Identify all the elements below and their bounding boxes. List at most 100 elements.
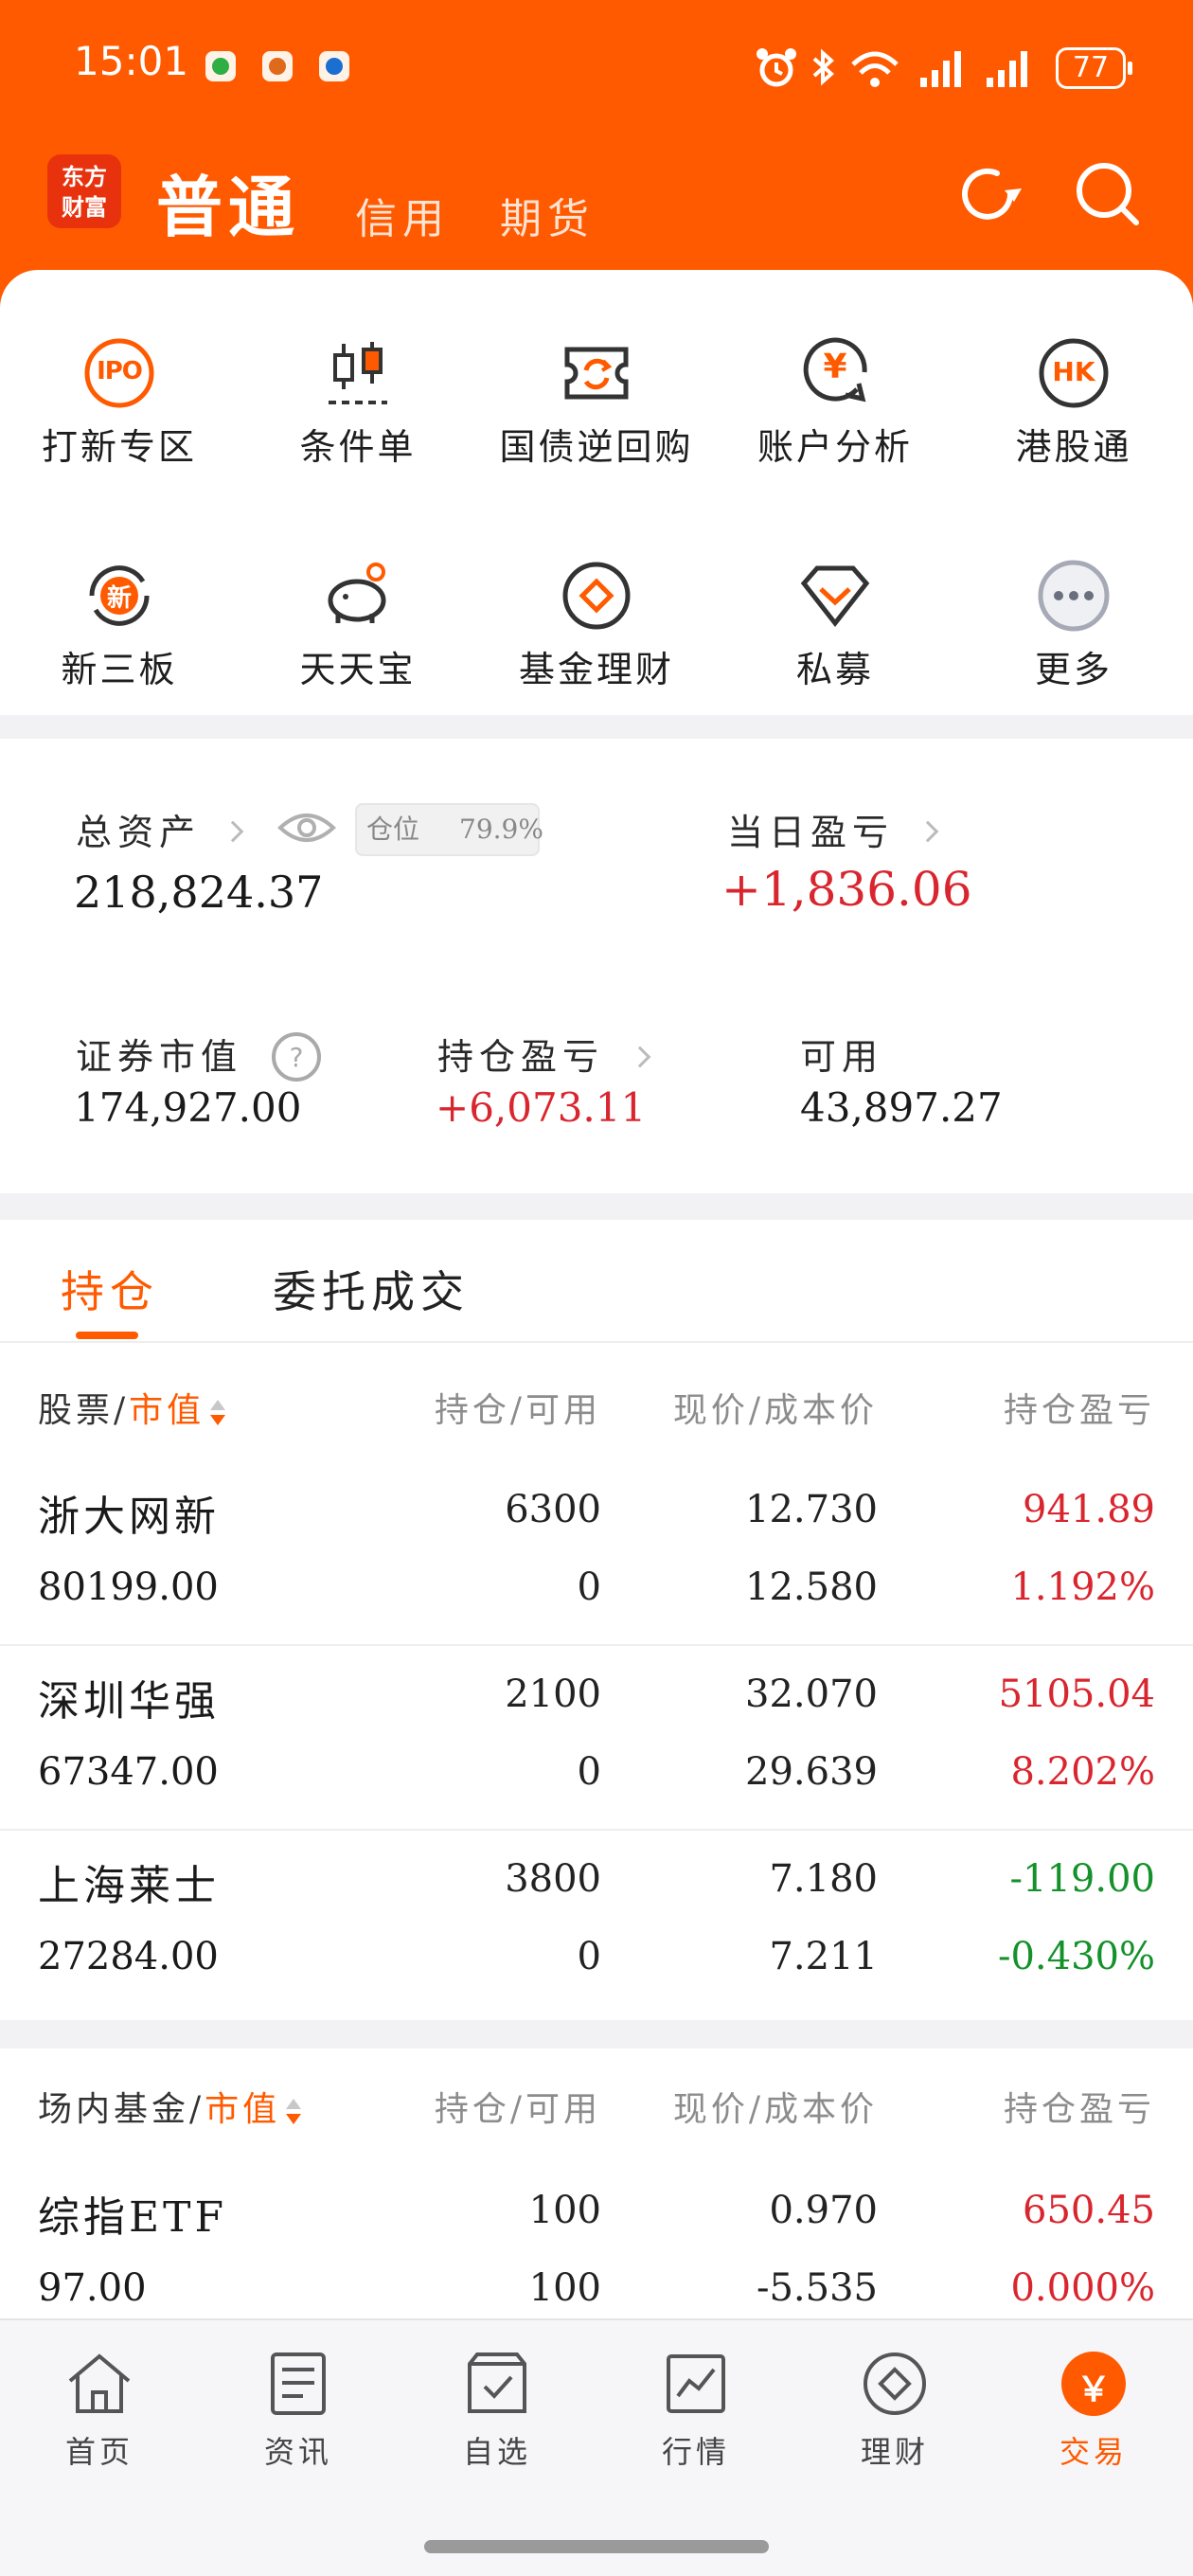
total-assets-label[interactable]: 总资产 [76, 803, 201, 855]
help-icon[interactable]: ? [270, 1030, 323, 1083]
tab-holdings[interactable]: 持仓 [61, 1258, 159, 1320]
holding-pl-label[interactable]: 持仓盈亏 [437, 1028, 604, 1080]
chevron-right-icon[interactable] [629, 1046, 651, 1068]
menu-item-tiantianbao[interactable]: 天天宝 [239, 559, 477, 692]
nav-news[interactable]: 资讯 [199, 2349, 398, 2472]
stock-name: 深圳华强 [38, 1677, 220, 1726]
available-label: 可用 [800, 1036, 884, 1078]
hold-qty: 2100 [505, 1673, 601, 1716]
tab-orders-trades[interactable]: 委托成交 [273, 1258, 470, 1320]
table-row[interactable]: 深圳华强 67347.00 2100 0 32.070 29.639 5105.… [0, 1646, 1193, 1831]
holding-pl: 650.45 [1023, 2189, 1155, 2232]
app-logo: 东方 财富 [47, 154, 121, 228]
current-price: 12.730 [745, 1488, 878, 1531]
holding-pl: 5105.04 [998, 1673, 1155, 1716]
status-bar: 15:01 77 [0, 0, 1193, 137]
tab-futures[interactable]: 期货 [500, 185, 595, 245]
avail-qty: 0 [577, 1565, 601, 1609]
col-price-cost: 现价/成本价 [672, 1391, 878, 1430]
signal-icon [987, 51, 1027, 87]
market-chart-icon [661, 2349, 731, 2419]
candlestick-icon [321, 336, 395, 410]
tab-normal[interactable]: 普通 [156, 154, 300, 250]
holding-pl-pct: 8.202% [1010, 1750, 1155, 1794]
asset-summary: 总资产 仓位 79.9% 218,824.37 当日盈亏 +1,836.06 证… [0, 739, 1193, 1193]
col-hold-avail: 持仓/可用 [434, 2090, 601, 2129]
nav-watchlist[interactable]: 自选 [398, 2349, 596, 2472]
cost-price: 29.639 [745, 1750, 878, 1794]
menu-item-private-fund[interactable]: 私募 [716, 559, 954, 692]
home-indicator[interactable] [424, 2540, 769, 2553]
ipo-icon: IPO [82, 336, 156, 410]
chevron-right-icon[interactable] [917, 820, 939, 843]
bottom-nav: 首页 资讯 自选 行情 理财 ￥ 交易 [0, 2318, 1193, 2576]
table-row[interactable]: 浙大网新 80199.00 6300 0 12.730 12.580 941.8… [0, 1461, 1193, 1646]
app-icon [319, 51, 349, 81]
col-price-cost: 现价/成本价 [672, 2090, 878, 2129]
avail-qty: 0 [577, 1935, 601, 1978]
search-icon[interactable] [1070, 156, 1146, 232]
yuan-analysis-icon: ¥ [798, 336, 872, 410]
wealth-icon [860, 2349, 930, 2419]
quick-menu-card: IPO 打新专区 条件单 国债逆回购 ¥ 账户分析 HK 港股通 新 新三板 天… [0, 270, 1193, 715]
market-value: 27284.00 [38, 1935, 219, 1978]
menu-item-new-third-board[interactable]: 新 新三板 [0, 559, 239, 692]
holding-pl: 941.89 [1023, 1488, 1155, 1531]
nav-trade[interactable]: ￥ 交易 [994, 2349, 1193, 2472]
daily-pl-label[interactable]: 当日盈亏 [727, 803, 894, 855]
menu-item-hk-connect[interactable]: HK 港股通 [954, 336, 1193, 470]
cost-price: -5.535 [756, 2266, 878, 2310]
battery-indicator: 77 [1056, 47, 1132, 89]
available-value: 43,897.27 [800, 1084, 1003, 1131]
col-hold-avail: 持仓/可用 [434, 1391, 601, 1430]
securities-value-label: 证券市值 [76, 1036, 243, 1078]
menu-item-account-analysis[interactable]: ¥ 账户分析 [716, 336, 954, 470]
stock-market-value-sort[interactable]: 股票/市值 [38, 1383, 227, 1432]
holding-pl-pct: 1.192% [1010, 1565, 1155, 1609]
fund-icon [560, 559, 633, 633]
wechat-icon [205, 51, 236, 81]
current-price: 32.070 [745, 1673, 878, 1716]
fund-market-value-sort[interactable]: 场内基金/市值 [38, 2082, 303, 2131]
fund-name: 综指ETF [38, 2193, 227, 2242]
cost-price: 7.211 [769, 1935, 878, 1978]
tab-credit[interactable]: 信用 [355, 185, 450, 245]
alarm-icon [757, 48, 796, 87]
market-value: 80199.00 [38, 1565, 219, 1609]
private-fund-icon [798, 559, 872, 633]
market-value: 97.00 [38, 2266, 147, 2310]
current-price: 0.970 [769, 2189, 878, 2232]
daily-pl-value: +1,836.06 [721, 862, 972, 917]
news-icon [263, 2349, 333, 2419]
menu-item-ipo[interactable]: IPO 打新专区 [0, 336, 239, 470]
refresh-icon[interactable] [952, 156, 1027, 232]
divider [0, 1341, 1193, 1343]
menu-item-more[interactable]: 更多 [954, 559, 1193, 692]
nav-home[interactable]: 首页 [0, 2349, 199, 2472]
menu-item-condition-order[interactable]: 条件单 [239, 336, 477, 470]
cost-price: 12.580 [745, 1565, 878, 1609]
section-gap [0, 2020, 1193, 2048]
funds-section: 场内基金/市值 持仓/可用 现价/成本价 持仓盈亏 综指ETF 97.00 10… [0, 2048, 1193, 2318]
table-row[interactable]: 上海莱士 27284.00 3800 0 7.180 7.211 -119.00… [0, 1831, 1193, 2015]
piggy-bank-icon [321, 559, 395, 633]
nav-wealth[interactable]: 理财 [795, 2349, 994, 2472]
nav-market[interactable]: 行情 [596, 2349, 795, 2472]
hk-icon: HK [1037, 336, 1111, 410]
trade-yuan-icon: ￥ [1059, 2349, 1129, 2419]
current-price: 7.180 [769, 1857, 878, 1901]
col-holding-pl: 持仓盈亏 [1003, 2090, 1155, 2129]
chevron-right-icon[interactable] [222, 820, 244, 843]
more-icon [1037, 559, 1111, 633]
holding-pl-value: +6,073.11 [436, 1084, 647, 1131]
holding-pl-pct: 0.000% [1010, 2266, 1155, 2310]
holdings-section: 持仓 委托成交 股票/市值 持仓/可用 现价/成本价 持仓盈亏 浙大网新 801… [0, 1220, 1193, 2020]
eye-icon[interactable] [276, 807, 337, 849]
holding-pl: -119.00 [1009, 1857, 1155, 1901]
home-icon [64, 2349, 134, 2419]
menu-item-fund-wealth[interactable]: 基金理财 [477, 559, 716, 692]
avail-qty: 0 [577, 1750, 601, 1794]
menu-item-treasury-repo[interactable]: 国债逆回购 [477, 336, 716, 470]
app-icon [262, 51, 293, 81]
tab-indicator [76, 1332, 138, 1339]
